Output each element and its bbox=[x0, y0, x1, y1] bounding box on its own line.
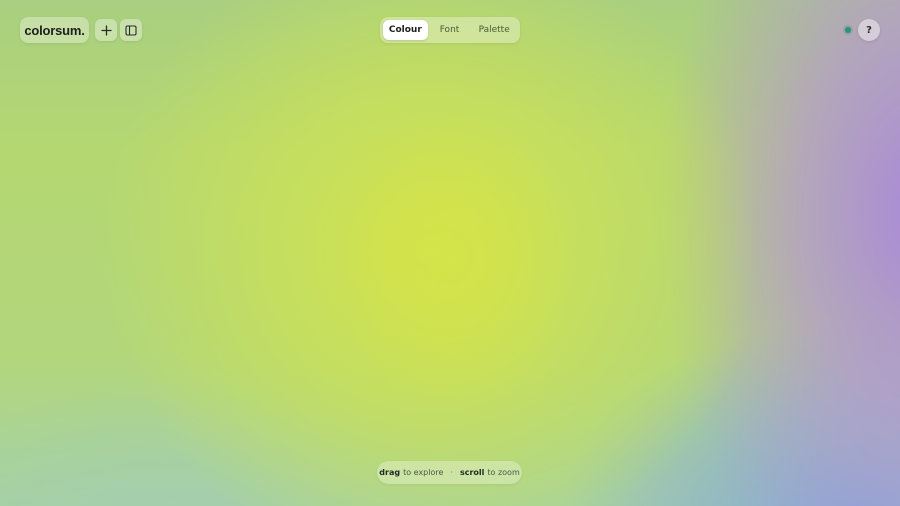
hint-drag-key: drag bbox=[379, 468, 401, 477]
hint-drag-text: to explore bbox=[403, 468, 444, 477]
tab-palette[interactable]: Palette bbox=[471, 20, 517, 40]
add-button[interactable] bbox=[95, 19, 117, 41]
tab-colour[interactable]: Colour bbox=[383, 20, 428, 40]
hint-separator: · bbox=[450, 468, 453, 477]
color-gradient-canvas[interactable] bbox=[0, 0, 900, 506]
help-button[interactable]: ? bbox=[858, 19, 880, 41]
toggle-sidebar-button[interactable] bbox=[120, 19, 142, 41]
app-logo-text: colorsum. bbox=[24, 22, 85, 38]
tab-font[interactable]: Font bbox=[428, 20, 472, 40]
sidebar-panel-icon bbox=[125, 24, 137, 36]
mode-tabs: Colour Font Palette bbox=[380, 17, 520, 43]
hint-scroll-text: to zoom bbox=[487, 468, 520, 477]
help-question-icon: ? bbox=[866, 24, 872, 36]
interaction-hint: drag to explore · scroll to zoom bbox=[377, 461, 522, 484]
hint-scroll-key: scroll bbox=[459, 468, 485, 477]
plus-icon bbox=[100, 24, 112, 36]
status-indicator bbox=[845, 27, 851, 33]
app-logo: colorsum. bbox=[20, 17, 89, 43]
